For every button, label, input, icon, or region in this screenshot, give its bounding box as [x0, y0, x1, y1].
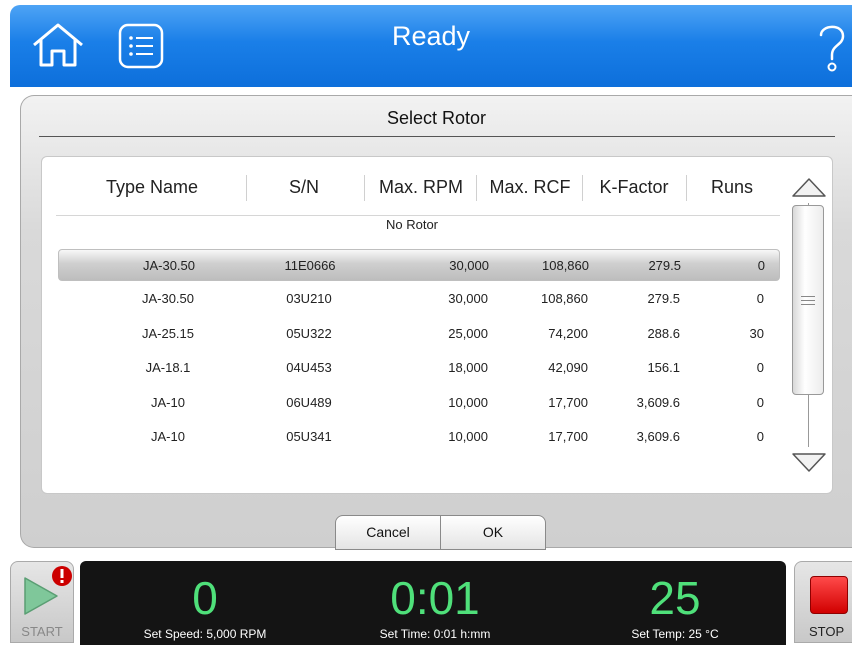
sn-cell: 05U322 — [286, 325, 332, 341]
column-header-type-name[interactable]: Type Name — [62, 171, 242, 203]
table-row[interactable]: JA-25.15 05U322 25,000 74,200 288.6 30 — [58, 318, 780, 350]
runs-cell: 30 — [749, 325, 764, 341]
time-value: 0:01 — [390, 572, 480, 624]
sn-cell: 03U210 — [286, 291, 332, 307]
speed-value: 0 — [192, 572, 218, 624]
type-name-cell: JA-10 — [151, 429, 185, 444]
start-button[interactable]: START — [10, 561, 74, 643]
max-rpm-cell: 10,000 — [448, 429, 488, 444]
select-rotor-dialog: Select Rotor Type Name S/N Max. RPM Max.… — [20, 95, 852, 550]
sn-cell: 06U489 — [286, 394, 332, 410]
stop-button[interactable]: STOP — [794, 561, 852, 643]
max-rcf-cell: 108,860 — [541, 291, 588, 307]
type-name-cell: JA-25.15 — [141, 325, 195, 341]
type-name-cell: JA-30.50 — [142, 258, 196, 273]
max-rpm-cell: 30,000 — [448, 291, 488, 307]
max-rpm-cell: 25,000 — [448, 325, 488, 341]
table-header: Type Name S/N Max. RPM Max. RCF K-Factor… — [42, 171, 782, 216]
sn-cell: 05U341 — [286, 429, 332, 444]
sn-cell: 04U453 — [286, 360, 332, 376]
dialog-title: Select Rotor — [386, 108, 487, 128]
status-title: Ready — [391, 21, 471, 51]
max-rpm-cell: 18,000 — [448, 360, 488, 376]
help-button[interactable] — [816, 19, 848, 75]
k-factor-cell: 279.5 — [647, 291, 680, 307]
stop-icon — [810, 576, 848, 614]
max-rcf-cell: 42,090 — [548, 360, 588, 376]
table-row[interactable]: JA-18.1 04U453 18,000 42,090 156.1 0 — [58, 352, 780, 384]
title-divider — [39, 136, 835, 137]
ok-button[interactable]: OK — [440, 515, 546, 550]
column-header-sn[interactable]: S/N — [248, 171, 360, 203]
triangle-up-icon — [792, 178, 826, 197]
temp-value: 25 — [649, 572, 701, 624]
k-factor-cell: 3,609.6 — [636, 429, 680, 444]
max-rcf-cell: 17,700 — [548, 429, 588, 444]
runs-cell: 0 — [756, 291, 764, 307]
set-time-label: Set Time: 0:01 h:mm — [379, 627, 491, 641]
grip-line — [801, 304, 815, 305]
column-header-max-rpm[interactable]: Max. RPM — [366, 171, 476, 203]
table-row[interactable]: JA-10 05U341 10,000 17,700 3,609.6 0 — [58, 421, 780, 453]
column-header-max-rcf[interactable]: Max. RCF — [478, 171, 582, 203]
column-separator — [686, 175, 687, 201]
grip-line — [801, 300, 815, 301]
runs-cell: 0 — [756, 360, 764, 376]
runs-cell: 0 — [756, 394, 764, 410]
scroll-thumb[interactable] — [792, 205, 824, 395]
table-row[interactable]: JA-10 06U489 10,000 17,700 3,609.6 0 — [58, 387, 780, 419]
help-icon — [819, 25, 845, 72]
column-separator — [246, 175, 247, 201]
runs-cell: 0 — [757, 258, 765, 273]
max-rpm-cell: 10,000 — [448, 394, 488, 410]
k-factor-cell: 288.6 — [647, 325, 680, 341]
stop-label: STOP — [809, 624, 845, 639]
runs-cell: 0 — [756, 429, 764, 444]
set-temp-label: Set Temp: 25 °C — [631, 627, 719, 641]
column-header-k-factor[interactable]: K-Factor — [584, 171, 684, 203]
scroll-down-button[interactable] — [791, 451, 827, 475]
header-divider — [56, 215, 780, 216]
scroll-up-button[interactable] — [791, 175, 827, 199]
column-separator — [582, 175, 583, 201]
grip-line — [801, 296, 815, 297]
table-row[interactable]: JA-30.50 03U210 30,000 108,860 279.5 0 — [58, 283, 780, 315]
cancel-button[interactable]: Cancel — [335, 515, 441, 550]
sn-cell: 11E0666 — [284, 258, 336, 273]
max-rcf-cell: 74,200 — [548, 325, 588, 341]
table-row-selected[interactable]: JA-30.50 11E0666 30,000 108,860 279.5 0 — [58, 249, 780, 281]
rotor-table: Type Name S/N Max. RPM Max. RCF K-Factor… — [41, 156, 833, 494]
max-rpm-cell: 30,000 — [449, 258, 489, 273]
no-rotor-option[interactable]: No Rotor — [42, 217, 782, 232]
column-header-runs[interactable]: Runs — [690, 171, 774, 203]
run-status-panel: 0 Set Speed: 5,000 RPM 0:01 Set Time: 0:… — [80, 561, 786, 645]
column-separator — [476, 175, 477, 201]
dialog-buttons: Cancel OK — [335, 515, 547, 550]
column-separator — [364, 175, 365, 201]
alert-icon — [52, 566, 72, 586]
set-speed-label: Set Speed: 5,000 RPM — [143, 627, 267, 641]
type-name-cell: JA-10 — [151, 394, 185, 410]
start-label: START — [21, 624, 63, 639]
max-rcf-cell: 17,700 — [548, 394, 588, 410]
type-name-cell: JA-30.50 — [141, 291, 195, 307]
type-name-cell: JA-18.1 — [145, 360, 191, 376]
k-factor-cell: 3,609.6 — [636, 394, 680, 410]
k-factor-cell: 279.5 — [648, 258, 681, 273]
max-rcf-cell: 108,860 — [542, 258, 589, 273]
k-factor-cell: 156.1 — [647, 360, 680, 376]
header-bar: Ready — [10, 5, 852, 87]
triangle-down-icon — [792, 453, 826, 472]
